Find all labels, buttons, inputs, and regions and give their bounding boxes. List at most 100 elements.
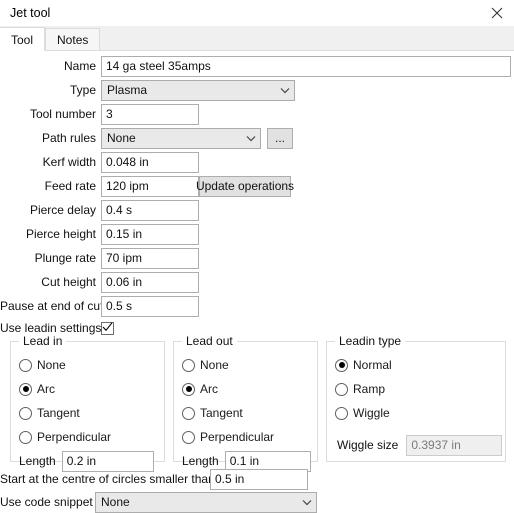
update-operations-label: Update operations (195, 179, 295, 193)
tool-number-input[interactable]: 3 (101, 103, 199, 125)
radio-icon (335, 406, 348, 420)
tool-number-label: Tool number (29, 107, 96, 121)
radio-icon (19, 406, 32, 420)
lead-in-group-title: Lead in (19, 334, 67, 348)
field-row-kerf-width: Kerf width 0.048 in (0, 151, 199, 173)
field-row-start-centre-circles: Start at the centre of circles smaller t… (0, 468, 308, 490)
lead-out-option-tangent-label: Tangent (200, 406, 243, 420)
lead-out-option-perpendicular-label: Perpendicular (200, 430, 275, 444)
radio-icon (19, 382, 32, 396)
lead-out-option-tangent[interactable]: Tangent (182, 404, 243, 422)
path-rules-label: Path rules (41, 131, 96, 145)
field-row-name: Name 14 ga steel 35amps (0, 55, 512, 77)
update-operations-button[interactable]: Update operations (195, 175, 295, 197)
field-row-pause-end-cut: Pause at end of cut 0.5 s (0, 295, 199, 317)
window-title: Jet tool (10, 6, 51, 20)
lead-in-option-perpendicular-label: Perpendicular (37, 430, 112, 444)
radio-icon (19, 358, 32, 372)
name-input[interactable]: 14 ga steel 35amps (101, 55, 511, 77)
code-snippet-label: Use code snippet (0, 495, 93, 509)
tab-tool[interactable]: Tool (0, 27, 46, 51)
plunge-rate-input[interactable]: 70 ipm (101, 247, 199, 269)
lead-out-option-perpendicular[interactable]: Perpendicular (182, 428, 274, 446)
pierce-delay-input[interactable]: 0.4 s (101, 199, 199, 221)
code-snippet-select-value: None (101, 495, 130, 509)
field-row-code-snippet: Use code snippet None (0, 491, 317, 513)
lead-in-option-perpendicular[interactable]: Perpendicular (19, 428, 111, 446)
field-row-path-rules: Path rules None ... (0, 127, 293, 149)
tab-strip: Tool Notes (0, 26, 514, 51)
chevron-down-icon (242, 135, 260, 142)
leadin-type-option-ramp-label: Ramp (353, 382, 386, 396)
feed-rate-input[interactable]: 120 ipm (101, 175, 199, 197)
pause-end-cut-label: Pause at end of cut (0, 299, 104, 313)
kerf-width-label: Kerf width (42, 155, 96, 169)
leadin-type-option-ramp[interactable]: Ramp (335, 380, 385, 398)
radio-icon (182, 406, 195, 420)
field-row-pierce-height: Pierce height 0.15 in (0, 223, 199, 245)
tab-notes[interactable]: Notes (45, 28, 101, 50)
field-row-cut-height: Cut height 0.06 in (0, 271, 199, 293)
leadin-type-option-normal[interactable]: Normal (335, 356, 392, 374)
leadin-type-option-wiggle[interactable]: Wiggle (335, 404, 390, 422)
type-label: Type (69, 83, 96, 97)
leadin-type-group: Leadin type Normal Ramp Wiggle Wiggle si… (326, 334, 506, 462)
tab-tool-label: Tool (11, 33, 34, 47)
lead-in-option-none-label: None (37, 358, 66, 372)
start-centre-circles-input[interactable]: 0.5 in (210, 468, 308, 490)
title-bar: Jet tool (0, 0, 514, 26)
lead-in-option-arc[interactable]: Arc (19, 380, 55, 398)
feed-rate-label: Feed rate (44, 179, 96, 193)
pierce-delay-label: Pierce delay (29, 203, 96, 217)
cut-height-label: Cut height (41, 275, 96, 289)
kerf-width-input[interactable]: 0.048 in (101, 151, 199, 173)
field-row-feed-rate: Feed rate 120 ipm Update operations (0, 175, 295, 197)
close-button[interactable] (480, 0, 514, 26)
path-rules-browse-button[interactable]: ... (267, 127, 293, 149)
radio-icon (19, 430, 32, 444)
path-rules-select[interactable]: None (101, 127, 261, 149)
pierce-height-input[interactable]: 0.15 in (101, 223, 199, 245)
lead-out-group-title: Lead out (182, 334, 237, 348)
lead-out-option-arc-label: Arc (200, 382, 218, 396)
check-icon (102, 321, 113, 335)
pause-end-cut-input[interactable]: 0.5 s (101, 295, 199, 317)
pierce-height-label: Pierce height (25, 227, 96, 241)
field-row-tool-number: Tool number 3 (0, 103, 199, 125)
use-leadin-settings-checkbox[interactable] (101, 321, 114, 335)
start-centre-circles-label: Start at the centre of circles smaller t… (0, 472, 215, 486)
radio-icon (335, 382, 348, 396)
wiggle-size-row: Wiggle size 0.3937 in (337, 434, 503, 456)
lead-out-group: Lead out None Arc Tangent Perpendicular … (173, 334, 318, 472)
use-leadin-settings-label: Use leadin settings (0, 321, 102, 335)
lead-out-option-none[interactable]: None (182, 356, 229, 374)
lead-in-option-none[interactable]: None (19, 356, 66, 374)
plunge-rate-label: Plunge rate (34, 251, 96, 265)
lead-out-option-none-label: None (200, 358, 229, 372)
code-snippet-select[interactable]: None (95, 491, 317, 513)
field-row-pierce-delay: Pierce delay 0.4 s (0, 199, 199, 221)
leadin-type-group-title: Leadin type (335, 334, 406, 348)
wiggle-size-label: Wiggle size (337, 438, 399, 452)
wiggle-size-input[interactable]: 0.3937 in (406, 434, 503, 456)
type-select-value: Plasma (107, 83, 148, 97)
lead-in-length-label: Length (19, 454, 56, 468)
radio-icon (182, 382, 195, 396)
lead-out-length-label: Length (182, 454, 219, 468)
type-select[interactable]: Plasma (101, 79, 295, 101)
field-row-plunge-rate: Plunge rate 70 ipm (0, 247, 199, 269)
tab-notes-label: Notes (57, 33, 89, 47)
lead-out-option-arc[interactable]: Arc (182, 380, 218, 398)
lead-in-group: Lead in None Arc Tangent Perpendicular L… (10, 334, 165, 472)
radio-icon (182, 430, 195, 444)
lead-in-option-tangent-label: Tangent (37, 406, 80, 420)
radio-icon (335, 358, 348, 372)
name-label: Name (63, 59, 96, 73)
cut-height-input[interactable]: 0.06 in (101, 271, 199, 293)
close-icon (491, 7, 503, 19)
radio-icon (182, 358, 195, 372)
chevron-down-icon (276, 87, 294, 94)
lead-in-option-tangent[interactable]: Tangent (19, 404, 80, 422)
leadin-type-option-wiggle-label: Wiggle (353, 406, 390, 420)
leadin-type-option-normal-label: Normal (353, 358, 392, 372)
